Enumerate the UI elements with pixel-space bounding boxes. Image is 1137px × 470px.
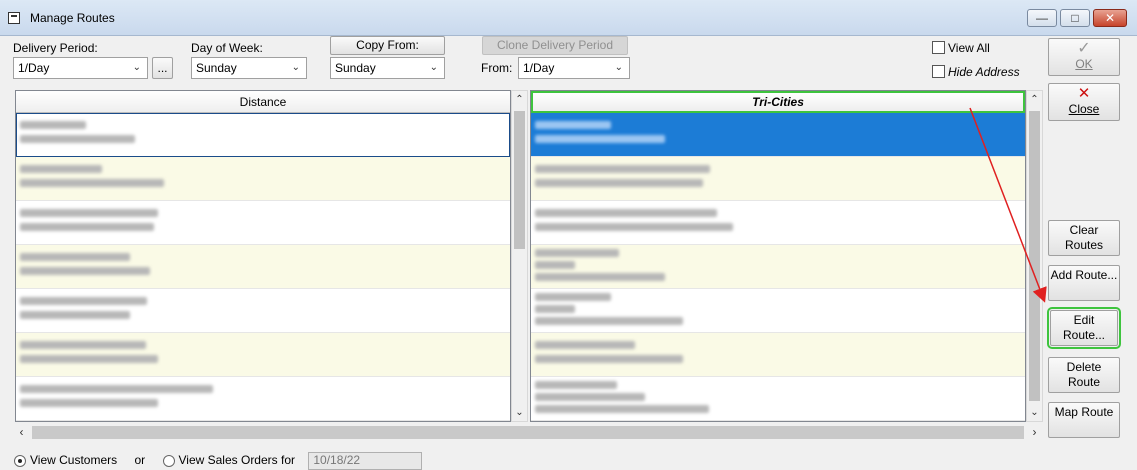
- view-mode-row: View Customers or View Sales Orders for …: [14, 452, 423, 470]
- annotation-arrow: [969, 107, 1047, 303]
- view-sales-orders-label: View Sales Orders for: [178, 453, 296, 467]
- view-customers-radio[interactable]: [14, 454, 26, 467]
- sales-order-date-field[interactable]: 10/18/22: [308, 452, 423, 470]
- view-sales-orders-radio[interactable]: [162, 454, 175, 467]
- view-customers-label: View Customers: [30, 453, 118, 467]
- or-label: or: [134, 453, 146, 467]
